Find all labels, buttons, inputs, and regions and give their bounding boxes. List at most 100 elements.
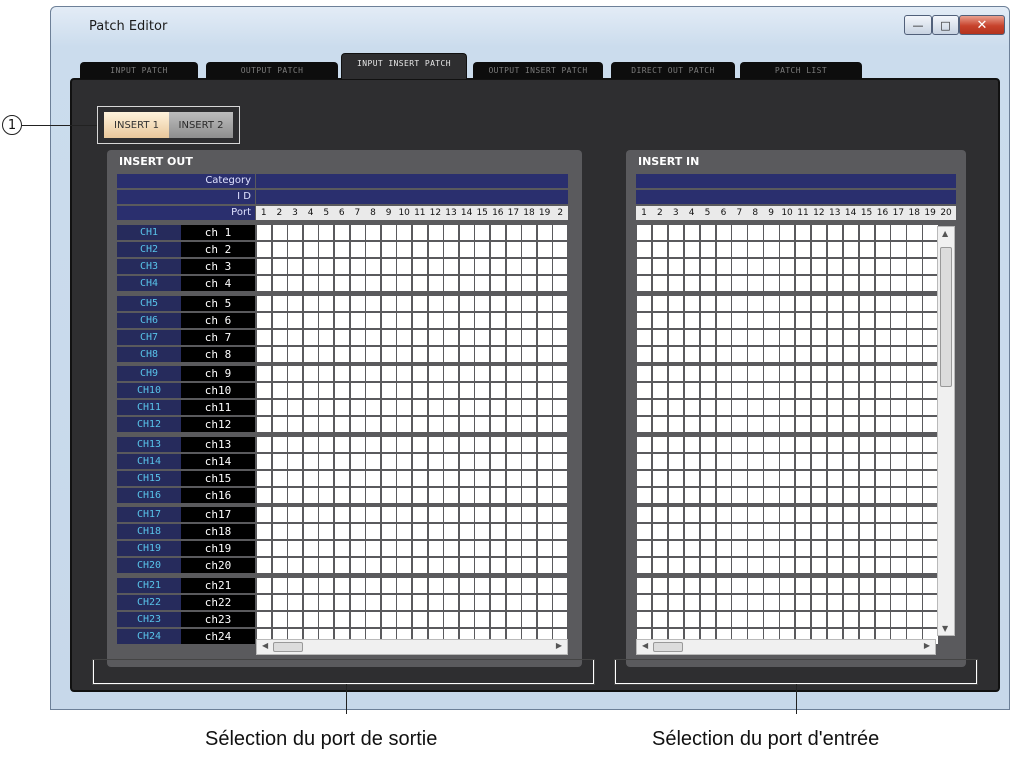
- out-patch-cell[interactable]: [272, 436, 287, 452]
- out-patch-cell[interactable]: [553, 470, 568, 486]
- in-patch-cell[interactable]: [859, 487, 874, 503]
- in-patch-cell[interactable]: [668, 453, 684, 469]
- out-patch-cell[interactable]: [257, 524, 272, 539]
- out-patch-cell[interactable]: [257, 436, 272, 452]
- in-patch-cell[interactable]: [780, 611, 795, 627]
- out-patch-cell[interactable]: [506, 594, 521, 610]
- out-patch-cell[interactable]: [537, 400, 552, 415]
- out-patch-cell[interactable]: [444, 558, 459, 573]
- in-patch-cell[interactable]: [875, 276, 890, 291]
- in-patch-cell[interactable]: [923, 417, 938, 432]
- out-patch-cell[interactable]: [413, 400, 428, 415]
- out-patch-cell[interactable]: [272, 225, 287, 240]
- in-patch-cell[interactable]: [891, 259, 906, 274]
- in-patch-cell[interactable]: [891, 611, 906, 627]
- in-patch-cell[interactable]: [827, 259, 843, 274]
- out-patch-cell[interactable]: [444, 346, 459, 362]
- in-patch-cell[interactable]: [907, 225, 922, 240]
- in-patch-cell[interactable]: [684, 400, 700, 415]
- in-patch-cell[interactable]: [684, 577, 700, 593]
- in-patch-cell[interactable]: [764, 312, 779, 328]
- out-patch-cell[interactable]: [537, 225, 552, 240]
- out-patch-cell[interactable]: [366, 312, 381, 328]
- in-patch-cell[interactable]: [875, 436, 890, 452]
- out-patch-cell[interactable]: [491, 276, 506, 291]
- in-patch-cell[interactable]: [843, 383, 859, 398]
- out-patch-cell[interactable]: [366, 276, 381, 291]
- in-patch-cell[interactable]: [891, 436, 906, 452]
- channel-name[interactable]: ch10: [181, 383, 255, 398]
- out-patch-cell[interactable]: [397, 242, 412, 257]
- out-patch-cell[interactable]: [444, 259, 459, 274]
- out-patch-cell[interactable]: [444, 366, 459, 381]
- in-patch-cell[interactable]: [875, 225, 890, 240]
- in-patch-cell[interactable]: [796, 276, 811, 291]
- in-patch-cell[interactable]: [637, 259, 652, 274]
- out-patch-cell[interactable]: [428, 524, 443, 539]
- in-patch-cell[interactable]: [764, 259, 779, 274]
- out-patch-cell[interactable]: [381, 329, 396, 345]
- out-patch-cell[interactable]: [319, 276, 334, 291]
- out-patch-cell[interactable]: [257, 470, 272, 486]
- out-patch-cell[interactable]: [459, 436, 474, 452]
- in-patch-cell[interactable]: [827, 276, 843, 291]
- out-patch-cell[interactable]: [491, 295, 506, 311]
- out-patch-cell[interactable]: [444, 242, 459, 257]
- channel-name[interactable]: ch24: [181, 628, 255, 644]
- in-patch-cell[interactable]: [811, 611, 827, 627]
- in-patch-cell[interactable]: [684, 242, 700, 257]
- in-patch-cell[interactable]: [748, 453, 763, 469]
- out-patch-cell[interactable]: [475, 259, 490, 274]
- out-patch-cell[interactable]: [381, 577, 396, 593]
- out-patch-cell[interactable]: [491, 400, 506, 415]
- in-patch-cell[interactable]: [684, 524, 700, 539]
- in-patch-cell[interactable]: [796, 577, 811, 593]
- in-patch-cell[interactable]: [780, 225, 795, 240]
- out-patch-cell[interactable]: [381, 417, 396, 432]
- in-patch-cell[interactable]: [700, 225, 715, 240]
- in-patch-cell[interactable]: [827, 417, 843, 432]
- out-patch-cell[interactable]: [537, 259, 552, 274]
- out-patch-cell[interactable]: [444, 611, 459, 627]
- in-patch-cell[interactable]: [748, 524, 763, 539]
- in-patch-cell[interactable]: [637, 295, 652, 311]
- in-patch-cell[interactable]: [716, 577, 731, 593]
- out-patch-cell[interactable]: [491, 577, 506, 593]
- in-patch-cell[interactable]: [668, 225, 684, 240]
- out-patch-cell[interactable]: [366, 366, 381, 381]
- in-patch-cell[interactable]: [732, 242, 747, 257]
- in-patch-cell[interactable]: [780, 295, 795, 311]
- in-patch-cell[interactable]: [652, 295, 668, 311]
- scroll-left-icon[interactable]: ◀: [262, 641, 268, 650]
- out-patch-cell[interactable]: [350, 242, 365, 257]
- out-patch-cell[interactable]: [350, 259, 365, 274]
- in-patch-cell[interactable]: [700, 611, 715, 627]
- out-patch-cell[interactable]: [459, 558, 474, 573]
- out-patch-cell[interactable]: [257, 453, 272, 469]
- in-patch-cell[interactable]: [859, 524, 874, 539]
- out-patch-cell[interactable]: [522, 329, 537, 345]
- in-patch-cell[interactable]: [923, 487, 938, 503]
- out-patch-cell[interactable]: [413, 558, 428, 573]
- in-patch-cell[interactable]: [764, 524, 779, 539]
- in-patch-cell[interactable]: [811, 400, 827, 415]
- out-patch-cell[interactable]: [459, 383, 474, 398]
- in-patch-cell[interactable]: [843, 487, 859, 503]
- in-patch-cell[interactable]: [923, 329, 938, 345]
- in-patch-cell[interactable]: [684, 558, 700, 573]
- out-patch-cell[interactable]: [537, 276, 552, 291]
- out-patch-cell[interactable]: [522, 558, 537, 573]
- in-patch-cell[interactable]: [652, 541, 668, 556]
- in-vscroll-thumb[interactable]: [940, 247, 952, 387]
- in-patch-cell[interactable]: [796, 242, 811, 257]
- out-patch-cell[interactable]: [522, 259, 537, 274]
- in-patch-cell[interactable]: [764, 400, 779, 415]
- out-patch-cell[interactable]: [506, 436, 521, 452]
- out-patch-cell[interactable]: [444, 400, 459, 415]
- out-patch-cell[interactable]: [444, 541, 459, 556]
- out-patch-cell[interactable]: [397, 383, 412, 398]
- out-patch-cell[interactable]: [288, 541, 303, 556]
- in-patch-cell[interactable]: [684, 276, 700, 291]
- out-patch-cell[interactable]: [444, 383, 459, 398]
- in-patch-cell[interactable]: [843, 541, 859, 556]
